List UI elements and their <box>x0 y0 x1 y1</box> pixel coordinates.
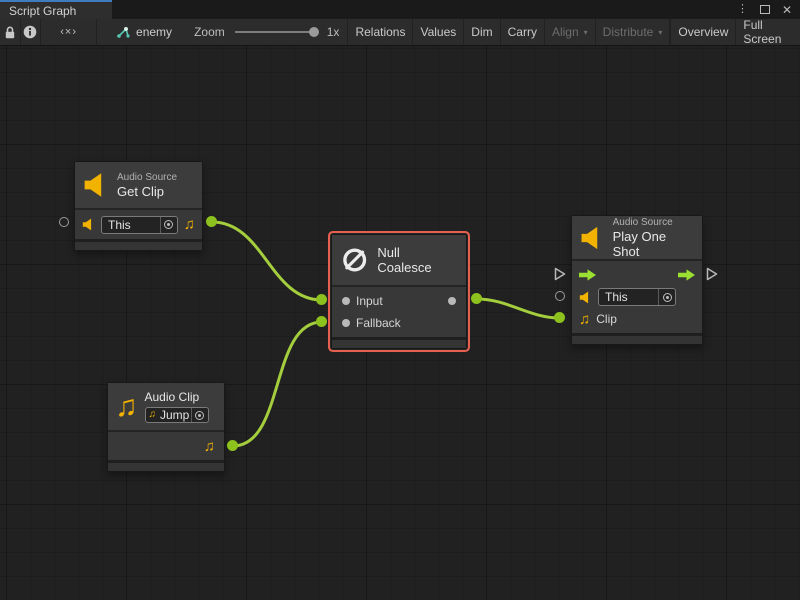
lock-icon <box>3 25 17 40</box>
clip-port-row: ♫ Clip <box>572 308 702 330</box>
getclip-target-input-port[interactable] <box>59 217 69 227</box>
align-button[interactable]: Align▾ <box>545 19 596 45</box>
audio-clip-value-field[interactable]: ♫Jump <box>145 407 209 423</box>
audio-source-icon <box>580 225 605 251</box>
nullcoalesce-fallback-port[interactable] <box>316 316 327 327</box>
zoom-slider[interactable] <box>235 31 315 33</box>
values-button[interactable]: Values <box>413 19 464 45</box>
audio-clip-input-icon: ♫ <box>579 312 590 327</box>
node-title: Play One Shot <box>613 229 692 259</box>
node-subtitle: Audio Source <box>117 172 177 184</box>
playoneshot-flow-in-port[interactable] <box>554 267 566 286</box>
object-picker-icon[interactable] <box>160 217 177 233</box>
node-footer <box>108 460 224 471</box>
playoneshot-clip-input-port[interactable] <box>554 312 565 323</box>
flow-port-row <box>572 264 702 286</box>
fallback-port-dot[interactable] <box>342 319 350 327</box>
zoom-slider-handle[interactable] <box>309 27 319 37</box>
node-header: Audio Source Get Clip <box>75 162 202 208</box>
node-title: Audio Clip <box>145 390 209 405</box>
node-audio-clip[interactable]: ♫ Audio Clip ♫Jump ♫ <box>107 382 225 472</box>
maximize-icon[interactable] <box>760 5 770 14</box>
window-actions: ⋮ ✕ <box>737 0 800 19</box>
flow-in-arrow-icon <box>579 269 596 281</box>
fallback-port-row: Fallback <box>332 312 466 334</box>
node-title: Null Coalesce <box>377 245 456 275</box>
node-play-one-shot[interactable]: Audio Source Play One Shot <box>571 215 703 345</box>
node-header: Audio Source Play One Shot <box>572 216 702 259</box>
nullcoalesce-input-port[interactable] <box>316 294 327 305</box>
graph-icon <box>115 26 130 39</box>
flow-out-arrow-icon <box>678 269 695 281</box>
distribute-button[interactable]: Distribute▾ <box>596 19 671 45</box>
carry-button[interactable]: Carry <box>501 19 545 45</box>
audio-source-icon <box>579 291 592 304</box>
object-picker-icon[interactable] <box>191 408 208 422</box>
node-null-coalesce[interactable]: Null Coalesce Input Fallback <box>331 234 467 349</box>
script-graph-window: Script Graph ⋮ ✕ ‹×› <box>0 0 800 600</box>
breadcrumb-root-button[interactable]: ‹×› <box>41 19 97 45</box>
playoneshot-flow-out-port[interactable] <box>706 267 718 286</box>
audio-clip-output-icon: ♫ <box>184 217 195 232</box>
zoom-label: Zoom <box>194 25 225 39</box>
wire-output-to-clip <box>477 299 560 318</box>
target-port-row: This <box>572 286 702 308</box>
node-footer <box>332 337 466 348</box>
node-footer <box>572 333 702 344</box>
input-port-dot[interactable] <box>342 297 350 305</box>
info-button[interactable] <box>21 19 42 45</box>
angle-x-icon: ‹×› <box>60 26 77 38</box>
this-target-field[interactable]: This <box>101 216 178 234</box>
full-screen-button[interactable]: Full Screen <box>736 19 800 45</box>
dropdown-caret-icon: ▾ <box>658 28 662 37</box>
object-picker-icon[interactable] <box>658 289 675 305</box>
audio-source-icon <box>82 218 95 231</box>
audio-source-icon <box>83 172 109 198</box>
tab-script-graph[interactable]: Script Graph <box>0 0 112 19</box>
this-target-field[interactable]: This <box>598 288 676 306</box>
node-header: Null Coalesce <box>332 235 466 285</box>
graph-canvas[interactable]: Audio Source Get Clip This ♫ <box>0 46 800 600</box>
tab-label: Script Graph <box>9 4 76 18</box>
node-subtitle: Audio Source <box>613 217 692 229</box>
wire-getclip-to-input <box>212 222 322 300</box>
null-coalesce-icon <box>340 245 369 275</box>
overview-button[interactable]: Overview <box>670 19 736 45</box>
getclip-output-port[interactable] <box>206 216 217 227</box>
audio-clip-output-icon: ♫ <box>204 439 215 454</box>
playoneshot-target-input-port[interactable] <box>555 291 565 301</box>
result-port-dot[interactable] <box>448 297 456 305</box>
dim-button[interactable]: Dim <box>464 19 500 45</box>
node-footer <box>75 239 202 250</box>
target-port-row: This ♫ <box>75 210 202 239</box>
node-get-clip[interactable]: Audio Source Get Clip This ♫ <box>74 161 203 251</box>
nullcoalesce-output-port[interactable] <box>471 293 482 304</box>
audio-clip-icon: ♫ <box>115 392 138 422</box>
node-title: Get Clip <box>117 184 177 199</box>
info-icon <box>23 25 37 39</box>
close-icon[interactable]: ✕ <box>782 4 792 16</box>
lock-button[interactable] <box>0 19 21 45</box>
wire-audioclip-to-fallback <box>233 322 322 446</box>
graph-name: enemy <box>136 25 172 39</box>
input-port-row: Input <box>332 290 466 312</box>
tab-bar: Script Graph ⋮ ✕ <box>0 0 800 19</box>
note-icon: ♫ <box>149 410 157 420</box>
graph-title-segment: enemy Zoom 1x <box>97 19 348 45</box>
kebab-menu-icon[interactable]: ⋮ <box>737 4 748 15</box>
audioclip-output-port[interactable] <box>227 440 238 451</box>
relations-button[interactable]: Relations <box>348 19 413 45</box>
output-port-row: ♫ <box>108 432 224 460</box>
dropdown-caret-icon: ▾ <box>584 28 588 37</box>
node-header: ♫ Audio Clip ♫Jump <box>108 383 224 430</box>
zoom-value: 1x <box>327 25 340 39</box>
graph-toolbar: ‹×› enemy Zoom 1x Relations Values Dim C… <box>0 19 800 46</box>
